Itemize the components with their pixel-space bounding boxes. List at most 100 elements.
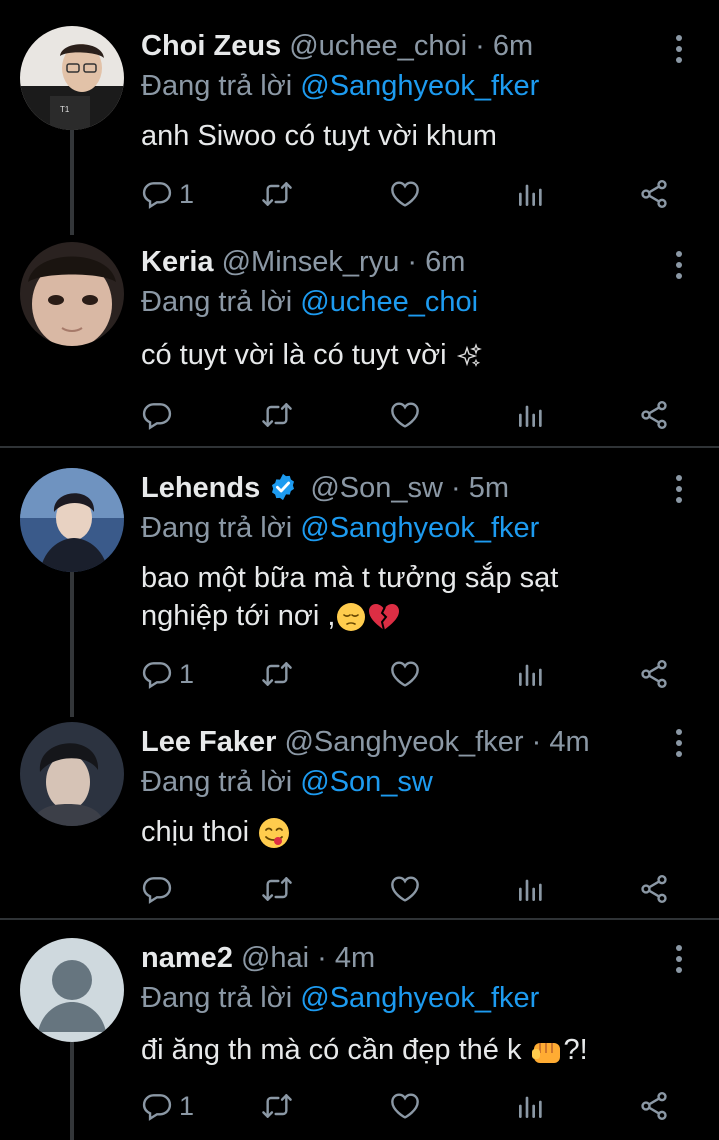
views-button[interactable]	[515, 871, 547, 907]
avatar[interactable]	[20, 468, 124, 572]
replying-mention[interactable]: @uchee_choi	[300, 286, 478, 318]
tweet-lee-faker[interactable]: Lee Faker @Sanghyeok_fker · 4m Đang trả …	[0, 722, 719, 917]
timestamp[interactable]: 4m	[335, 942, 375, 974]
like-button[interactable]	[389, 656, 421, 692]
separator: ·	[451, 472, 461, 504]
author-name[interactable]: name2	[141, 942, 233, 974]
tweet-lehends[interactable]: Lehends @Son_sw · 5m Đang trả lời @Sangh…	[0, 468, 719, 698]
views-button[interactable]	[515, 656, 547, 692]
views-button[interactable]	[515, 176, 547, 212]
more-vertical-icon[interactable]	[669, 34, 689, 64]
analytics-icon	[515, 658, 547, 690]
author-handle[interactable]: @Son_sw	[310, 472, 443, 504]
tweet-name2[interactable]: name2 @hai · 4m Đang trả lời @Sanghyeok_…	[0, 938, 719, 1140]
views-button[interactable]	[515, 1088, 547, 1124]
retweet-button[interactable]	[261, 1088, 293, 1124]
retweet-icon	[261, 873, 293, 905]
share-button[interactable]	[638, 656, 670, 692]
avatar[interactable]	[20, 722, 124, 826]
tweet-text-line-1: bao một bữa mà t tưởng sắp sạt	[141, 562, 559, 594]
replying-to: Đang trả lời @Sanghyeok_fker	[141, 978, 539, 1018]
replying-mention[interactable]: @Sanghyeok_fker	[300, 70, 539, 102]
avatar[interactable]	[20, 938, 124, 1042]
timestamp[interactable]: 4m	[549, 726, 589, 758]
like-button[interactable]	[389, 1088, 421, 1124]
tweet-choi-zeus[interactable]: T1 Choi Zeus @uchee_choi · 6m Đang trả l…	[0, 26, 719, 231]
share-icon	[638, 1090, 670, 1122]
reply-icon	[141, 1090, 173, 1122]
reply-button[interactable]: 1	[141, 176, 194, 212]
retweet-icon	[261, 399, 293, 431]
share-button[interactable]	[638, 176, 670, 212]
reply-button[interactable]: 1	[141, 1088, 194, 1124]
reply-button[interactable]: 1	[141, 656, 194, 692]
author-handle[interactable]: @hai	[241, 942, 309, 974]
timestamp[interactable]: 6m	[493, 30, 533, 62]
tweet-header: name2 @hai · 4m	[141, 938, 375, 978]
retweet-button[interactable]	[261, 176, 293, 212]
author-name[interactable]: Lehends	[141, 472, 260, 504]
reply-icon	[141, 873, 173, 905]
heart-icon	[389, 399, 421, 431]
replying-prefix: Đang trả lời	[141, 286, 293, 318]
tweet-text: chịu thoi	[141, 816, 250, 848]
separator: ·	[531, 726, 542, 758]
author-name[interactable]: Choi Zeus	[141, 30, 281, 62]
avatar[interactable]	[20, 242, 124, 346]
replying-prefix: Đang trả lời	[141, 512, 293, 544]
author-handle[interactable]: @Minsek_ryu	[222, 246, 400, 278]
reply-button[interactable]	[141, 871, 179, 907]
reply-count: 1	[179, 178, 195, 209]
divider	[0, 918, 719, 920]
retweet-button[interactable]	[261, 397, 293, 433]
share-icon	[638, 178, 670, 210]
views-button[interactable]	[515, 397, 547, 433]
more-vertical-icon[interactable]	[669, 728, 689, 758]
replying-to: Đang trả lời @Sanghyeok_fker	[141, 508, 539, 548]
more-vertical-icon[interactable]	[669, 474, 689, 504]
replying-prefix: Đang trả lời	[141, 70, 293, 102]
pensive-face-emoji-icon	[337, 603, 366, 632]
tweet-header: Choi Zeus @uchee_choi · 6m	[141, 26, 533, 66]
more-vertical-icon[interactable]	[669, 944, 689, 974]
author-handle[interactable]: @uchee_choi	[289, 30, 467, 62]
like-button[interactable]	[389, 397, 421, 433]
retweet-button[interactable]	[261, 871, 293, 907]
tweet-header: Lehends @Son_sw · 5m	[141, 468, 509, 508]
tweet-text-suffix: ?!	[563, 1034, 588, 1066]
analytics-icon	[515, 399, 547, 431]
action-bar: 1	[141, 176, 681, 212]
author-name[interactable]: Keria	[141, 246, 214, 278]
replying-mention[interactable]: @Son_sw	[300, 766, 433, 798]
more-vertical-icon[interactable]	[669, 250, 689, 280]
like-button[interactable]	[389, 176, 421, 212]
like-button[interactable]	[389, 871, 421, 907]
reply-button[interactable]	[141, 397, 179, 433]
replying-prefix: Đang trả lời	[141, 982, 293, 1014]
action-bar: 1	[141, 1088, 681, 1124]
retweet-button[interactable]	[261, 656, 293, 692]
replying-to: Đang trả lời @uchee_choi	[141, 282, 478, 322]
replying-mention[interactable]: @Sanghyeok_fker	[300, 982, 539, 1014]
analytics-icon	[515, 178, 547, 210]
author-name[interactable]: Lee Faker	[141, 726, 276, 758]
sparkles-emoji-icon	[456, 343, 482, 368]
svg-text:T1: T1	[60, 105, 70, 114]
timestamp[interactable]: 6m	[425, 246, 465, 278]
tweet-text: anh Siwoo có tuyt vời khum	[141, 120, 497, 152]
author-handle[interactable]: @Sanghyeok_fker	[284, 726, 523, 758]
timestamp[interactable]: 5m	[469, 472, 509, 504]
tweet-keria[interactable]: Keria @Minsek_ryu · 6m Đang trả lời @uch…	[0, 242, 719, 447]
fist-emoji-icon	[531, 1043, 560, 1064]
action-bar: 1	[141, 656, 681, 692]
divider	[0, 446, 719, 448]
share-button[interactable]	[638, 1088, 670, 1124]
share-button[interactable]	[638, 871, 670, 907]
tweet-text: nghiệp tới nơi ,	[141, 600, 336, 632]
avatar[interactable]: T1	[20, 26, 124, 130]
replying-to: Đang trả lời @Sanghyeok_fker	[141, 66, 539, 106]
tweet-text: có tuyt vời là có tuyt vời	[141, 339, 447, 371]
share-button[interactable]	[638, 397, 670, 433]
replying-mention[interactable]: @Sanghyeok_fker	[300, 512, 539, 544]
separator: ·	[317, 942, 327, 974]
